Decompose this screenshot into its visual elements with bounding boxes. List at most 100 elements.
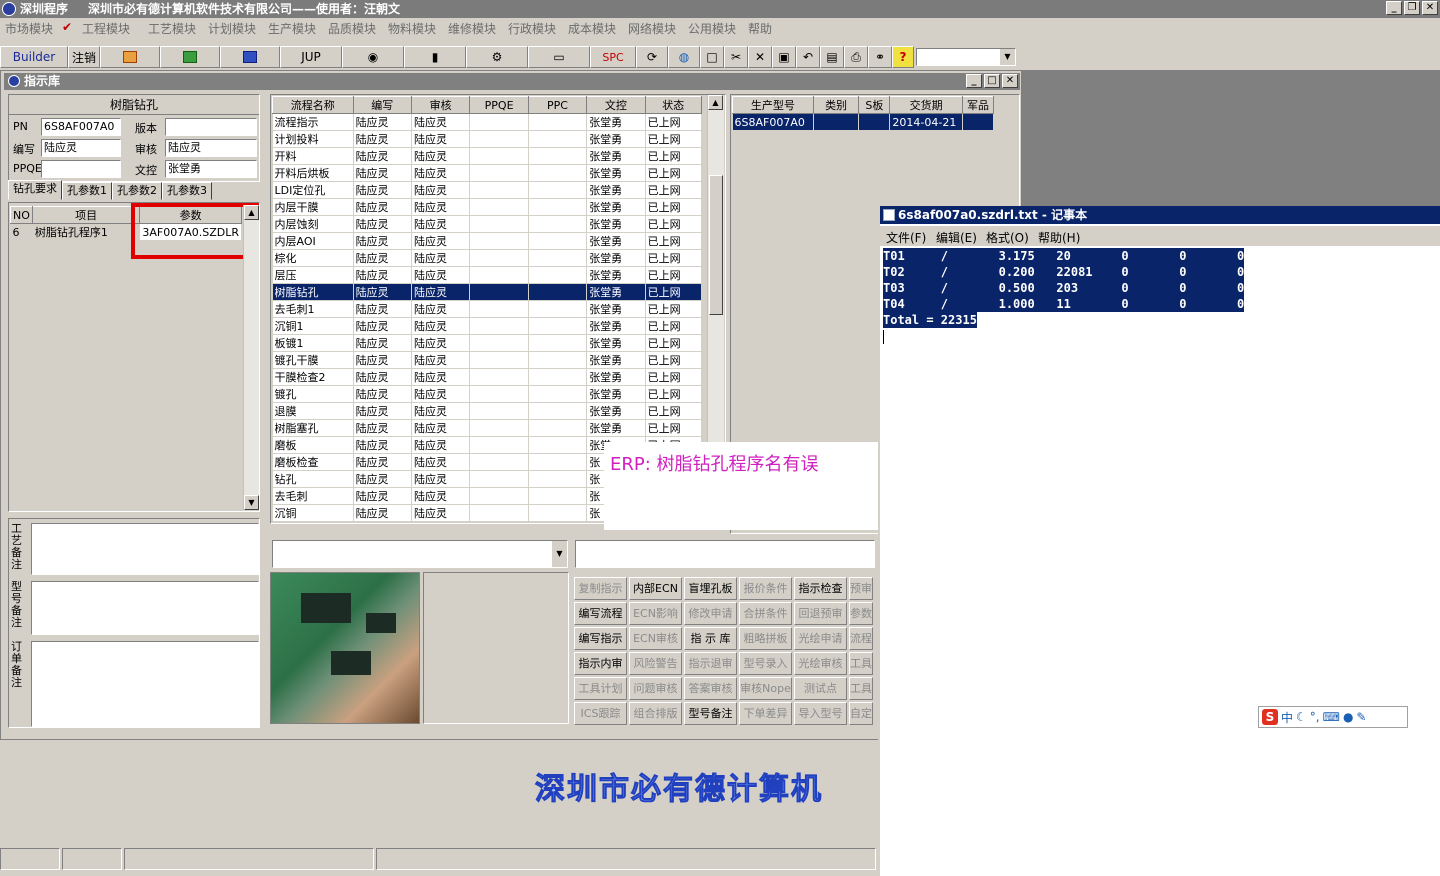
table-row[interactable]: 树脂钻孔 陆应灵 陆应灵 张堂勇 已上网: [272, 283, 703, 301]
function-button[interactable]: 下单差异: [739, 702, 792, 725]
menu-item[interactable]: 网络模块: [628, 20, 676, 37]
function-button[interactable]: 型号备注: [684, 702, 737, 725]
function-button[interactable]: 编写指示: [574, 627, 627, 650]
save-button[interactable]: ▣: [772, 46, 796, 68]
function-button[interactable]: 指示内审: [574, 652, 627, 675]
column-header[interactable]: PPQE: [469, 96, 529, 114]
function-button[interactable]: 审核Nope: [739, 677, 792, 700]
version-field[interactable]: [165, 118, 257, 136]
table-row[interactable]: 开料后烘板 陆应灵 陆应灵 张堂勇 已上网: [272, 164, 703, 182]
function-button[interactable]: 工具: [849, 652, 873, 675]
scroll-up-icon[interactable]: ▲: [244, 205, 259, 220]
text-field[interactable]: [575, 540, 875, 568]
refresh-button[interactable]: ⟳: [636, 46, 668, 68]
notepad-menu-item[interactable]: 格式(O): [986, 229, 1029, 246]
table-row[interactable]: 内层蚀刻 陆应灵 陆应灵 张堂勇 已上网: [272, 215, 703, 233]
function-button[interactable]: ICS跟踪: [574, 702, 627, 725]
sogou-icon[interactable]: S: [1262, 709, 1278, 725]
tab[interactable]: 钻孔要求: [8, 180, 62, 200]
function-button[interactable]: 工具: [849, 677, 873, 700]
process-note-field[interactable]: [31, 523, 259, 575]
order-note-field[interactable]: [31, 641, 259, 727]
database-button[interactable]: ▮: [404, 46, 466, 68]
spc-button[interactable]: SPC: [590, 46, 636, 68]
find-button[interactable]: ⚭: [868, 46, 892, 68]
menu-item[interactable]: 行政模块: [508, 20, 556, 37]
function-button[interactable]: 工具计划: [574, 677, 627, 700]
menu-item[interactable]: 市场模块: [5, 20, 53, 37]
function-button[interactable]: 编写流程: [574, 602, 627, 625]
menu-item[interactable]: 帮助: [748, 20, 772, 37]
function-button[interactable]: 盲埋孔板: [684, 577, 737, 600]
word-button[interactable]: [220, 46, 280, 68]
sub-minimize-icon[interactable]: _: [966, 74, 982, 88]
moon-icon[interactable]: ☾: [1296, 710, 1307, 724]
sub-close-icon[interactable]: ✕: [1002, 74, 1018, 88]
function-button[interactable]: 组合排版: [629, 702, 682, 725]
function-button[interactable]: 复制指示: [574, 577, 627, 600]
menu-item[interactable]: 成本模块: [568, 20, 616, 37]
new-button[interactable]: □: [700, 46, 724, 68]
computer-button[interactable]: ▭: [528, 46, 590, 68]
undo-button[interactable]: ↶: [796, 46, 820, 68]
column-header[interactable]: 状态: [644, 96, 703, 114]
function-button[interactable]: 流程: [849, 627, 873, 650]
tab[interactable]: 孔参数3: [162, 182, 212, 200]
col-item[interactable]: 项目: [31, 206, 141, 224]
powerpoint-button[interactable]: [100, 46, 160, 68]
table-row[interactable]: 镀孔 陆应灵 陆应灵 张堂勇 已上网: [272, 385, 703, 403]
table-row[interactable]: LDI定位孔 陆应灵 陆应灵 张堂勇 已上网: [272, 181, 703, 199]
logout-button[interactable]: 注销: [68, 46, 100, 68]
table-row[interactable]: 开料 陆应灵 陆应灵 张堂勇 已上网: [272, 147, 703, 165]
pn-field[interactable]: 6S8AF007A0: [41, 118, 121, 136]
toolbar-combo[interactable]: ▼: [916, 48, 1016, 66]
table-row[interactable]: 板镀1 陆应灵 陆应灵 张堂勇 已上网: [272, 334, 703, 352]
model-note-field[interactable]: [31, 581, 259, 635]
function-button[interactable]: 光绘审核: [794, 652, 847, 675]
preview-button[interactable]: ▤: [820, 46, 844, 68]
function-button[interactable]: ECN影响: [629, 602, 682, 625]
menu-item[interactable]: 工艺模块: [148, 20, 196, 37]
writer-field[interactable]: 陆应灵: [41, 139, 121, 157]
function-button[interactable]: 自定: [849, 702, 873, 725]
ime-toolbar[interactable]: S 中 ☾ °, ⌨ ● ✎: [1258, 706, 1408, 728]
function-button[interactable]: 型号录入: [739, 652, 792, 675]
function-button[interactable]: 导入型号: [794, 702, 847, 725]
column-header[interactable]: S板: [858, 96, 891, 114]
column-header[interactable]: 流程名称: [272, 96, 354, 114]
notepad-text[interactable]: T01 / 3.175 20 0 0 0 T02 / 0.200 22081 0 …: [883, 248, 1245, 344]
column-header[interactable]: 审核: [410, 96, 471, 114]
function-button[interactable]: 问题审核: [629, 677, 682, 700]
notepad-menu-item[interactable]: 文件(F): [886, 229, 926, 246]
print-button[interactable]: ⎙: [844, 46, 868, 68]
scroll-up-icon[interactable]: ▲: [708, 95, 723, 110]
function-button[interactable]: 光绘申请: [794, 627, 847, 650]
menu-item[interactable]: 生产模块: [268, 20, 316, 37]
excel-button[interactable]: [160, 46, 220, 68]
function-button[interactable]: 参数: [849, 602, 873, 625]
user-icon[interactable]: ●: [1343, 710, 1353, 724]
builder-button[interactable]: Builder: [0, 46, 68, 68]
menu-item[interactable]: 品质模块: [328, 20, 376, 37]
function-button[interactable]: 粗略拼板: [739, 627, 792, 650]
doc-field[interactable]: 张堂勇: [165, 160, 257, 178]
table-row[interactable]: 6S8AF007A0 2014-04-21: [732, 113, 995, 131]
function-button[interactable]: 报价条件: [739, 577, 792, 600]
delete-button[interactable]: ✕: [748, 46, 772, 68]
notepad-menu-item[interactable]: 帮助(H): [1038, 229, 1080, 246]
menu-item[interactable]: 物料模块: [388, 20, 436, 37]
table-row[interactable]: 去毛刺1 陆应灵 陆应灵 张堂勇 已上网: [272, 300, 703, 318]
table-row[interactable]: 退膜 陆应灵 陆应灵 张堂勇 已上网: [272, 402, 703, 420]
menu-item[interactable]: 工程模块: [82, 20, 130, 37]
notepad-menu-item[interactable]: 编辑(E): [936, 229, 977, 246]
minimize-icon[interactable]: _: [1386, 1, 1402, 15]
help-button[interactable]: ?: [892, 46, 914, 68]
table-row[interactable]: 干膜检查2 陆应灵 陆应灵 张堂勇 已上网: [272, 368, 703, 386]
close-icon[interactable]: ✕: [1422, 1, 1438, 15]
column-header[interactable]: 文控: [586, 96, 646, 114]
column-header[interactable]: 军品: [961, 96, 995, 114]
function-button[interactable]: 指 示 库: [684, 627, 737, 650]
wrench-icon[interactable]: ✎: [1356, 710, 1366, 724]
restore-icon[interactable]: ❐: [1404, 1, 1420, 15]
function-button[interactable]: 指示检查: [794, 577, 847, 600]
